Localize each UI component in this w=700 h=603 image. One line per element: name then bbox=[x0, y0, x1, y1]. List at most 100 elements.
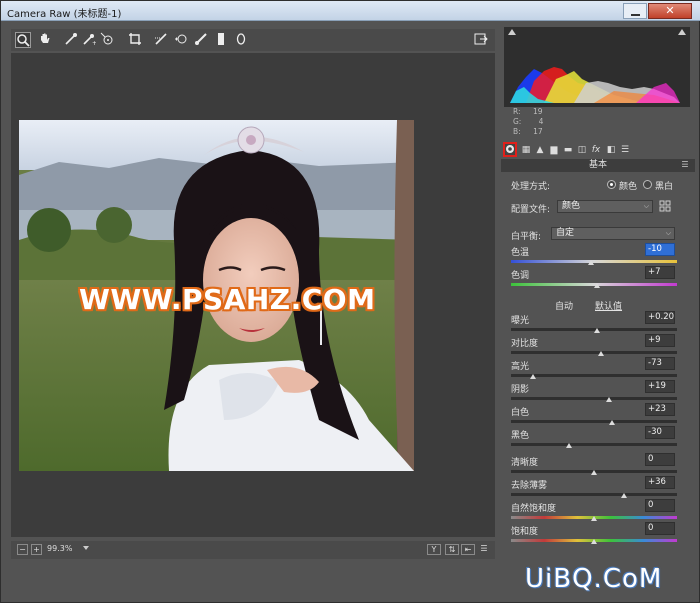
zoom-level: 99.3% bbox=[47, 544, 73, 553]
crop-tool-icon[interactable] bbox=[127, 32, 143, 48]
clarity-slider-thumb[interactable] bbox=[591, 470, 597, 475]
status-bar: − + 99.3% Y ⇅ ⇤ ☰ bbox=[11, 541, 495, 559]
watermark-text: WWW.PSAHZ.COM bbox=[79, 283, 376, 316]
contrast-value-field[interactable]: +9 bbox=[645, 334, 675, 347]
open-preferences-icon[interactable] bbox=[473, 32, 489, 48]
treatment-label: 处理方式: bbox=[511, 182, 551, 192]
shadows-slider-thumb[interactable] bbox=[605, 397, 612, 402]
svg-text:+: + bbox=[92, 40, 96, 46]
blacks-slider-thumb[interactable] bbox=[566, 443, 573, 448]
copy-settings-icon[interactable]: ⇤ bbox=[461, 544, 475, 555]
g-value: 4 bbox=[538, 117, 544, 126]
lens-corrections-tab-icon[interactable]: ◫ bbox=[576, 143, 588, 157]
spot-removal-tool-icon[interactable] bbox=[173, 32, 189, 48]
profile-select[interactable]: 颜色 ⌵ bbox=[557, 200, 653, 213]
temp-slider-track[interactable] bbox=[511, 260, 677, 263]
detail-tab-icon[interactable]: ▲ bbox=[534, 143, 546, 157]
white-balance-tool-icon[interactable] bbox=[63, 32, 79, 48]
straighten-tool-icon[interactable] bbox=[153, 32, 169, 48]
contrast-label: 对比度 bbox=[511, 339, 539, 349]
treatment-color-label: 颜色 bbox=[619, 182, 638, 192]
exposure-label: 曝光 bbox=[511, 316, 530, 326]
profile-value: 颜色 bbox=[562, 201, 581, 211]
blacks-value-field[interactable]: -30 bbox=[645, 426, 675, 439]
camera-calibration-tab-icon[interactable]: ◧ bbox=[605, 143, 617, 157]
profile-label: 配置文件: bbox=[511, 205, 551, 215]
whites-slider-thumb[interactable] bbox=[609, 420, 616, 425]
dehaze-value-field[interactable]: +36 bbox=[645, 476, 675, 489]
blacks-label: 黑色 bbox=[511, 431, 530, 441]
whites-label: 白色 bbox=[511, 408, 530, 418]
g-label: G: bbox=[513, 117, 522, 126]
whites-value-field[interactable]: +23 bbox=[645, 403, 675, 416]
targeted-adjustment-tool-icon[interactable] bbox=[99, 32, 115, 48]
r-value: 19 bbox=[532, 107, 543, 116]
y-compare-icon[interactable]: Y bbox=[427, 544, 441, 555]
histogram bbox=[504, 27, 690, 107]
hsl-tab-icon[interactable]: ▆ bbox=[548, 143, 560, 157]
swap-before-after-icon[interactable]: ⇅ bbox=[445, 544, 459, 555]
graduated-filter-tool-icon[interactable] bbox=[213, 32, 229, 48]
color-sampler-tool-icon[interactable]: + bbox=[81, 32, 97, 48]
exposure-slider-thumb[interactable] bbox=[594, 328, 601, 333]
whites-slider-track[interactable] bbox=[511, 420, 677, 423]
contrast-slider-track[interactable] bbox=[511, 351, 677, 354]
split-toning-tab-icon[interactable]: ▬ bbox=[562, 143, 574, 157]
presets-tab-icon[interactable]: ☰ bbox=[619, 143, 631, 157]
panel-tabs: ▦ ▲ ▆ ▬ ◫ fx ◧ ☰ bbox=[501, 142, 695, 159]
zoom-out-button[interactable]: − bbox=[17, 544, 28, 555]
temp-slider-thumb[interactable] bbox=[587, 260, 594, 265]
zoom-dropdown-icon[interactable] bbox=[81, 544, 91, 555]
b-value: 17 bbox=[533, 127, 543, 136]
saturation-value-field[interactable]: 0 bbox=[645, 522, 675, 535]
highlights-slider-thumb[interactable] bbox=[529, 374, 536, 379]
white-balance-select[interactable]: 自定 ⌵ bbox=[551, 227, 675, 240]
tone-curve-tab-icon[interactable]: ▦ bbox=[520, 143, 532, 157]
vibrance-value-field[interactable]: 0 bbox=[645, 499, 675, 512]
tint-value-field[interactable]: +7 bbox=[645, 266, 675, 279]
title-bar: Camera Raw (未标题-1) ✕ bbox=[1, 1, 700, 21]
toggle-settings-icon[interactable]: ☰ bbox=[477, 544, 491, 555]
vibrance-slider-thumb[interactable] bbox=[591, 516, 597, 521]
r-label: R: bbox=[513, 107, 521, 116]
shadows-label: 阴影 bbox=[511, 385, 530, 395]
hand-tool-icon[interactable] bbox=[37, 32, 53, 48]
camera-raw-window: Camera Raw (未标题-1) ✕ + WWW.PSAHZ.COM − +… bbox=[0, 0, 700, 603]
highlights-value-field[interactable]: -73 bbox=[645, 357, 675, 370]
treatment-color-radio[interactable] bbox=[607, 180, 616, 189]
zoom-in-button[interactable]: + bbox=[31, 544, 42, 555]
site-logo: UiBQ.CoM bbox=[525, 564, 663, 594]
right-panel: R: 19 G: 4 B: 17 ▦ ▲ ▆ ▬ ◫ fx ◧ ☰ 基本 ☰ 处理方式… bbox=[501, 23, 695, 565]
effects-tab-icon[interactable]: fx bbox=[590, 143, 602, 157]
clarity-label: 清晰度 bbox=[511, 458, 539, 468]
clarity-value-field[interactable]: 0 bbox=[645, 453, 675, 466]
exposure-value-field[interactable]: +0.20 bbox=[645, 311, 675, 324]
panel-menu-icon[interactable]: ☰ bbox=[681, 161, 689, 169]
white-balance-label: 白平衡: bbox=[511, 232, 542, 242]
minimize-button[interactable] bbox=[623, 3, 647, 19]
shadows-value-field[interactable]: +19 bbox=[645, 380, 675, 393]
dehaze-label: 去除薄雾 bbox=[511, 481, 548, 491]
blacks-slider-track[interactable] bbox=[511, 443, 677, 446]
profile-browser-icon[interactable] bbox=[659, 200, 672, 216]
dehaze-slider-thumb[interactable] bbox=[620, 493, 627, 498]
saturation-slider-thumb[interactable] bbox=[591, 539, 597, 544]
dehaze-slider-track[interactable] bbox=[511, 493, 677, 496]
window-title: Camera Raw (未标题-1) bbox=[7, 9, 122, 20]
temp-value-field[interactable]: -10 bbox=[645, 243, 675, 256]
default-button[interactable]: 默认值 bbox=[595, 299, 622, 312]
auto-button[interactable]: 自动 bbox=[555, 299, 573, 312]
treatment-bw-radio[interactable] bbox=[643, 180, 652, 189]
shadows-slider-track[interactable] bbox=[511, 397, 677, 400]
tint-slider-thumb[interactable] bbox=[594, 283, 601, 288]
highlights-slider-track[interactable] bbox=[511, 374, 677, 377]
close-button[interactable]: ✕ bbox=[648, 3, 692, 19]
contrast-slider-thumb[interactable] bbox=[597, 351, 604, 356]
tint-label: 色调 bbox=[511, 271, 530, 281]
zoom-tool-icon[interactable] bbox=[15, 32, 31, 48]
basic-tab-icon[interactable] bbox=[503, 142, 517, 157]
radial-filter-tool-icon[interactable] bbox=[233, 32, 249, 48]
rgb-readout: R: 19 G: 4 B: 17 bbox=[513, 107, 543, 137]
adjustment-brush-tool-icon[interactable] bbox=[193, 32, 209, 48]
highlights-label: 高光 bbox=[511, 362, 530, 372]
